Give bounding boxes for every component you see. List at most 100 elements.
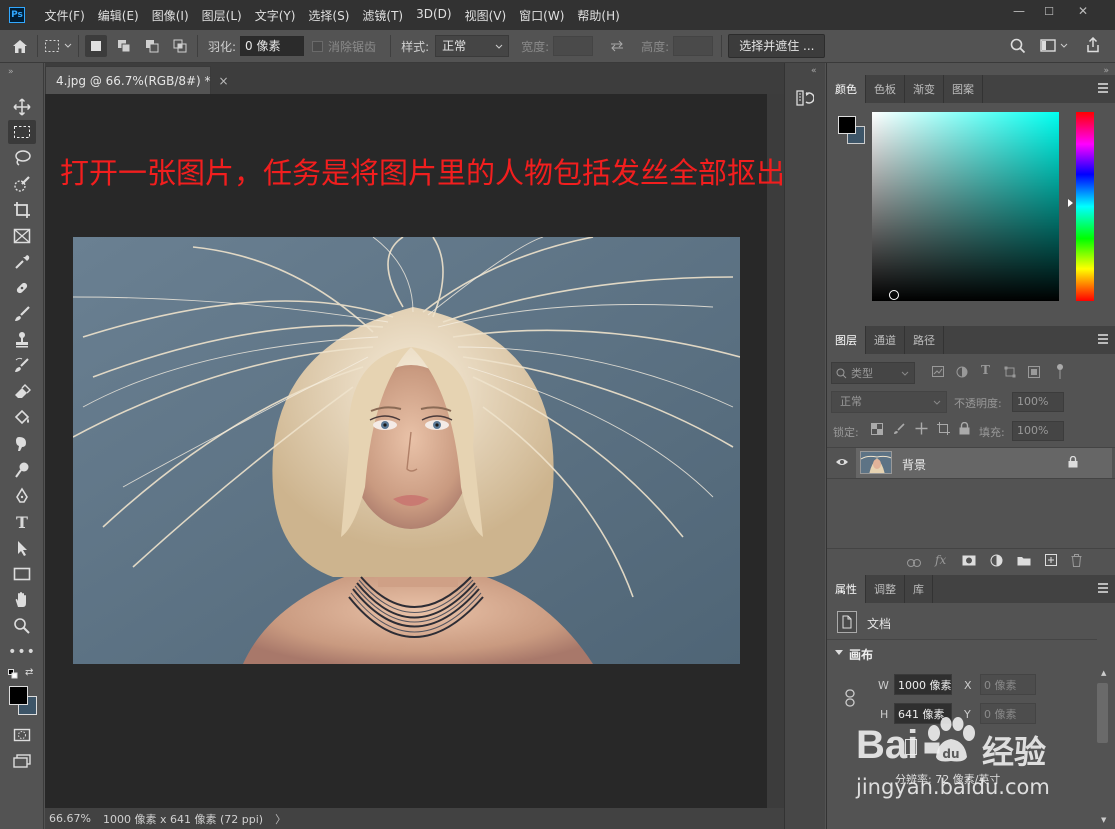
tab-paths[interactable]: 路径	[905, 326, 944, 354]
lock-transparent-icon[interactable]	[871, 423, 883, 438]
tab-properties[interactable]: 属性	[827, 575, 866, 603]
canvas-width-input[interactable]: 1000 像素	[894, 674, 952, 695]
tab-adjustments[interactable]: 调整	[866, 575, 905, 603]
collapse-toolbar-icon[interactable]: »	[8, 67, 14, 77]
tab-gradients[interactable]: 渐变	[905, 75, 944, 103]
eyedropper-tool-icon[interactable]	[8, 250, 36, 274]
healing-brush-tool-icon[interactable]	[8, 276, 36, 300]
screen-mode-icon[interactable]	[8, 749, 36, 773]
filter-pixel-icon[interactable]	[932, 366, 944, 380]
color-picker-cursor[interactable]	[889, 290, 899, 300]
color-panel-foreground-swatch[interactable]	[838, 116, 856, 134]
hue-slider-handle[interactable]	[1068, 199, 1073, 207]
filter-smart-object-icon[interactable]	[1028, 366, 1040, 381]
document-tab[interactable]: 4.jpg @ 66.7%(RGB/8#) * ×	[45, 66, 229, 94]
intersect-selection-icon[interactable]	[169, 35, 191, 57]
opacity-input[interactable]: 100%	[1012, 392, 1064, 412]
tab-channels[interactable]: 通道	[866, 326, 905, 354]
status-menu-arrow[interactable]: 〉	[275, 811, 286, 827]
eraser-tool-icon[interactable]	[8, 380, 36, 404]
zoom-level[interactable]: 66.67%	[49, 812, 97, 825]
type-tool-icon[interactable]: T	[8, 510, 36, 534]
menu-view[interactable]: 视图(V)	[458, 7, 513, 24]
history-brush-tool-icon[interactable]	[8, 354, 36, 378]
layer-row[interactable]: 背景	[827, 448, 1115, 478]
menu-help[interactable]: 帮助(H)	[571, 7, 626, 24]
frame-tool-icon[interactable]	[8, 224, 36, 248]
filter-toggle[interactable]	[1057, 364, 1063, 380]
home-icon[interactable]	[9, 39, 31, 54]
width-input[interactable]	[553, 36, 594, 56]
lasso-tool-icon[interactable]	[8, 146, 36, 170]
panel-menu-icon[interactable]	[1098, 583, 1108, 593]
menu-file[interactable]: 文件(F)	[38, 7, 91, 24]
feather-input[interactable]: 0 像素	[240, 36, 305, 56]
menu-filter[interactable]: 滤镜(T)	[356, 7, 410, 24]
tab-libraries[interactable]: 库	[905, 575, 933, 603]
swap-dimensions-icon[interactable]	[609, 40, 625, 52]
filter-shape-icon[interactable]	[1004, 366, 1016, 381]
height-input[interactable]	[673, 36, 714, 56]
share-icon[interactable]	[1086, 36, 1100, 56]
document-image[interactable]	[73, 237, 740, 664]
menu-image[interactable]: 图像(I)	[145, 7, 195, 24]
blend-mode-select[interactable]: 正常	[831, 391, 947, 413]
scroll-down-icon[interactable]: ▼	[1101, 816, 1106, 824]
search-icon[interactable]	[1010, 38, 1026, 57]
menu-layer[interactable]: 图层(L)	[195, 7, 248, 24]
path-selection-tool-icon[interactable]	[8, 536, 36, 560]
new-selection-icon[interactable]	[85, 35, 107, 57]
quick-mask-icon[interactable]	[8, 723, 36, 747]
tab-color[interactable]: 颜色	[827, 75, 866, 103]
close-window-button[interactable]: ✕	[1068, 0, 1098, 22]
foreground-color-swatch[interactable]	[9, 686, 28, 705]
link-layers-icon[interactable]	[907, 556, 921, 570]
antialias-checkbox[interactable]	[312, 40, 324, 52]
layer-lock-icon[interactable]	[1068, 455, 1078, 471]
lock-pixels-icon[interactable]	[893, 423, 905, 438]
zoom-tool-icon[interactable]	[8, 614, 36, 638]
color-field[interactable]	[872, 112, 1059, 301]
panel-menu-icon[interactable]	[1098, 83, 1108, 93]
paint-bucket-tool-icon[interactable]	[8, 406, 36, 430]
pen-tool-icon[interactable]	[8, 484, 36, 508]
maximize-button[interactable]: ☐	[1034, 0, 1064, 22]
delete-layer-icon[interactable]	[1071, 554, 1082, 570]
tab-patterns[interactable]: 图案	[944, 75, 983, 103]
hue-slider[interactable]	[1076, 112, 1094, 301]
move-tool-icon[interactable]	[8, 95, 36, 119]
menu-3d[interactable]: 3D(D)	[410, 7, 458, 24]
lock-all-icon[interactable]	[959, 421, 970, 438]
chevron-down-icon[interactable]	[835, 650, 843, 656]
vertical-scrollbar[interactable]	[767, 94, 784, 808]
workspace-switcher[interactable]	[1040, 39, 1068, 52]
lock-artboard-icon[interactable]	[937, 422, 950, 438]
clone-stamp-tool-icon[interactable]	[8, 328, 36, 352]
menu-type[interactable]: 文字(Y)	[248, 7, 302, 24]
canvas-x-input[interactable]: 0 像素	[980, 674, 1036, 695]
more-tools-icon[interactable]: •••	[8, 640, 36, 664]
tab-swatches[interactable]: 色板	[866, 75, 905, 103]
blur-tool-icon[interactable]	[8, 432, 36, 456]
lock-position-icon[interactable]	[915, 422, 928, 438]
style-select[interactable]: 正常	[435, 35, 510, 57]
close-tab-icon[interactable]: ×	[219, 74, 229, 88]
layer-filter-select[interactable]: 类型	[831, 362, 915, 384]
brush-tool-icon[interactable]	[8, 302, 36, 326]
hand-tool-icon[interactable]	[8, 588, 36, 612]
menu-window[interactable]: 窗口(W)	[513, 7, 571, 24]
add-mask-icon[interactable]	[962, 555, 976, 569]
marquee-preset-picker[interactable]	[44, 39, 72, 53]
crop-tool-icon[interactable]	[8, 198, 36, 222]
layer-style-fx-icon[interactable]: fx	[935, 553, 946, 567]
expand-strip-icon[interactable]: «	[811, 66, 817, 76]
menu-edit[interactable]: 编辑(E)	[91, 7, 145, 24]
menu-select[interactable]: 选择(S)	[302, 7, 356, 24]
quick-selection-tool-icon[interactable]	[8, 172, 36, 196]
subtract-selection-icon[interactable]	[141, 35, 163, 57]
rectangle-tool-icon[interactable]	[8, 562, 36, 586]
panel-menu-icon[interactable]	[1098, 334, 1108, 344]
select-and-mask-button[interactable]: 选择并遮住 ...	[728, 34, 826, 58]
fill-input[interactable]: 100%	[1012, 421, 1064, 441]
filter-adjustment-icon[interactable]	[956, 366, 968, 381]
